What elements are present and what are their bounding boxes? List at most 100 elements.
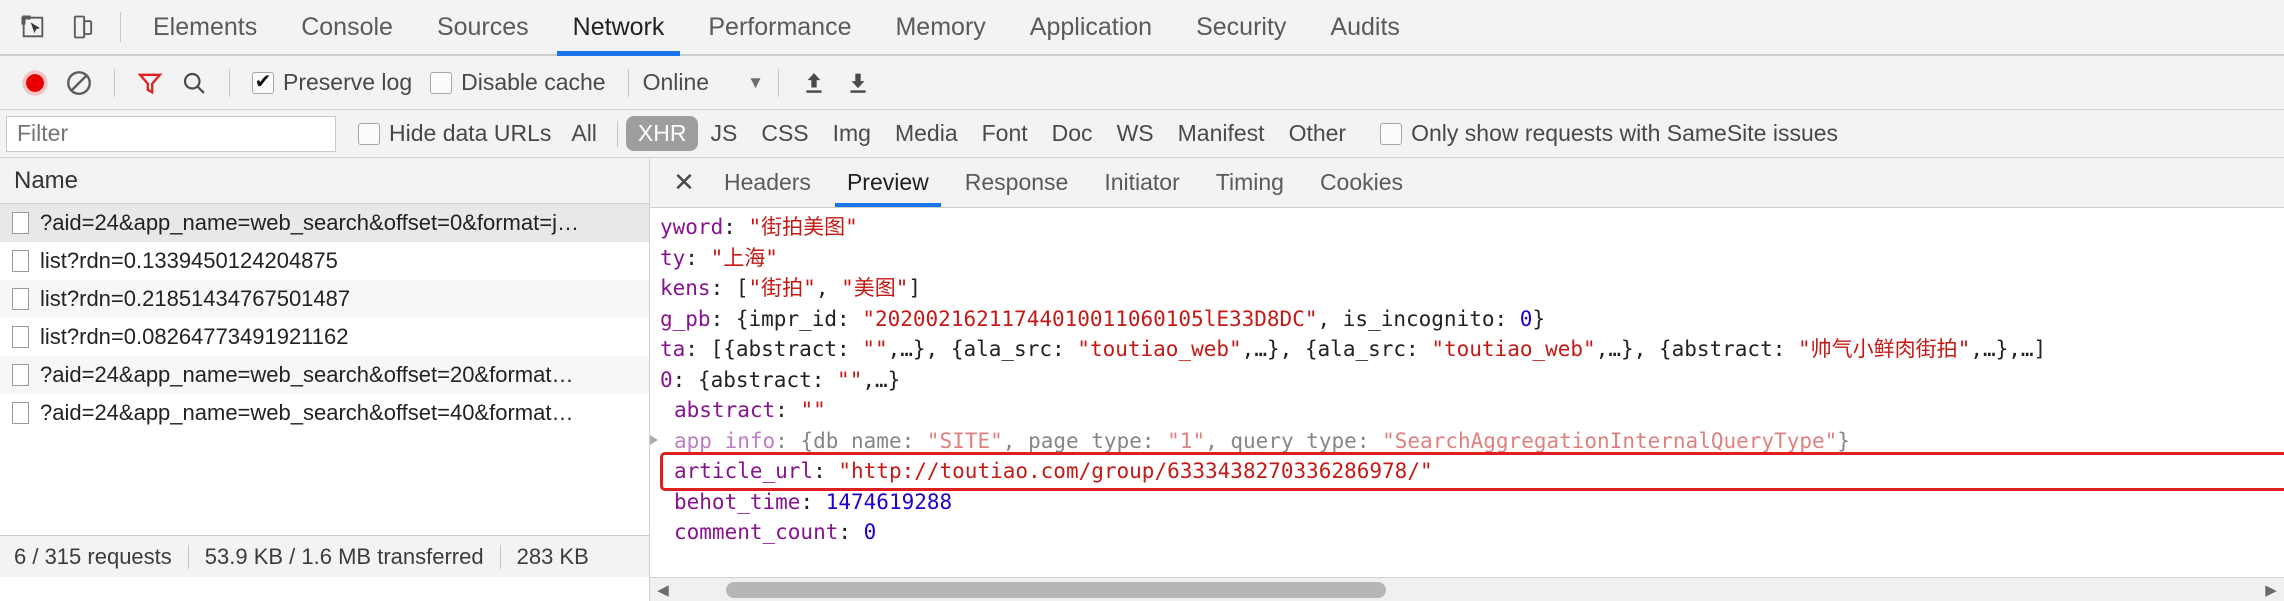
type-filter-img[interactable]: Img xyxy=(821,116,883,151)
table-row[interactable]: ?aid=24&app_name=web_search&offset=0&for… xyxy=(0,204,649,242)
json-token: ,…} xyxy=(862,367,901,392)
filter-funnel-icon[interactable] xyxy=(129,62,171,104)
detail-tabbar: ✕ Headers Preview Response Initiator Tim… xyxy=(650,158,2284,208)
close-icon[interactable]: ✕ xyxy=(662,158,706,207)
type-filter-media[interactable]: Media xyxy=(883,116,970,151)
request-name: list?rdn=0.08264773491921162 xyxy=(40,324,349,349)
tab-timing[interactable]: Timing xyxy=(1198,158,1302,207)
scroll-right-icon[interactable]: ▶ xyxy=(2258,581,2284,599)
record-icon[interactable] xyxy=(14,62,56,104)
table-row[interactable]: ?aid=24&app_name=web_search&offset=20&fo… xyxy=(0,356,649,394)
json-token: "" xyxy=(837,367,863,392)
json-line: yword: "街拍美图" xyxy=(650,212,2284,243)
device-toolbar-icon[interactable] xyxy=(66,10,100,44)
json-token: : xyxy=(1356,428,1383,453)
scroll-left-icon[interactable]: ◀ xyxy=(650,581,676,599)
toolbar-divider xyxy=(120,12,121,42)
checkbox-box: ✔ xyxy=(252,70,274,94)
type-filter-js[interactable]: JS xyxy=(698,116,749,151)
samesite-issues-label: Only show requests with SameSite issues xyxy=(1411,120,1839,146)
tab-response[interactable]: Response xyxy=(947,158,1087,207)
json-token: "20200216211744010011060105lE33D8DC" xyxy=(862,306,1318,331)
checkbox-box xyxy=(1380,122,1403,145)
tab-performance[interactable]: Performance xyxy=(686,0,873,54)
json-token: ala_src xyxy=(963,337,1052,361)
json-token: "toutiao_web" xyxy=(1431,337,1596,361)
inspect-element-icon[interactable] xyxy=(16,10,50,44)
type-filter-font[interactable]: Font xyxy=(970,116,1040,151)
status-transferred: 53.9 KB / 1.6 MB transferred xyxy=(204,543,484,569)
json-token: ty xyxy=(660,245,686,270)
json-preview[interactable]: yword: "街拍美图" ty: "上海" kens: ["街拍", "美图"] g… xyxy=(650,208,2284,577)
tab-audits[interactable]: Audits xyxy=(1308,0,1421,54)
panel-tabs: Elements Console Sources Network Perform… xyxy=(131,0,1422,56)
json-token: : xyxy=(685,245,711,270)
type-filter-manifest[interactable]: Manifest xyxy=(1166,116,1277,151)
json-token: is_incognito xyxy=(1342,306,1495,331)
tab-network[interactable]: Network xyxy=(551,0,687,56)
tab-label: Performance xyxy=(708,12,852,41)
table-row[interactable]: ?aid=24&app_name=web_search&offset=40&fo… xyxy=(0,394,649,432)
json-token: ] xyxy=(908,276,922,300)
scrollbar-track[interactable] xyxy=(676,577,2258,601)
type-filter-ws[interactable]: WS xyxy=(1105,116,1166,151)
json-token: "美图" xyxy=(841,276,909,300)
tab-elements[interactable]: Elements xyxy=(131,0,279,54)
document-icon xyxy=(12,212,29,234)
samesite-issues-checkbox[interactable]: Only show requests with SameSite issues xyxy=(1380,120,1838,147)
json-token: abstract xyxy=(710,367,812,392)
document-icon xyxy=(12,288,29,310)
json-token: 0 xyxy=(863,520,877,544)
type-filter-all[interactable]: All xyxy=(559,116,609,151)
type-filter-css[interactable]: CSS xyxy=(749,116,820,151)
json-line: 0: {abstract: "",…} xyxy=(650,365,2284,396)
upload-har-icon[interactable] xyxy=(793,62,835,104)
hide-data-urls-checkbox[interactable]: Hide data URLs xyxy=(358,120,551,147)
json-token: : xyxy=(800,489,826,514)
type-filter-other[interactable]: Other xyxy=(1277,116,1359,151)
json-token: article_url xyxy=(674,459,814,483)
tab-application[interactable]: Application xyxy=(1008,0,1174,54)
filter-input[interactable] xyxy=(6,115,336,152)
json-token: "1" xyxy=(1167,428,1206,453)
type-filter-xhr[interactable]: XHR xyxy=(625,116,699,151)
disable-cache-label: Disable cache xyxy=(461,69,606,95)
devtools-tool-icons xyxy=(0,0,110,54)
expand-triangle-icon[interactable] xyxy=(650,434,658,445)
status-divider xyxy=(187,544,189,569)
type-filter-doc[interactable]: Doc xyxy=(1040,116,1105,151)
table-row[interactable]: list?rdn=0.21851434767501487 xyxy=(0,280,649,318)
clear-icon[interactable] xyxy=(58,62,100,104)
preserve-log-checkbox[interactable]: ✔ Preserve log xyxy=(252,69,412,96)
json-token: ,…}, { xyxy=(1241,337,1318,361)
json-token: : xyxy=(901,428,927,453)
tab-preview[interactable]: Preview xyxy=(829,158,947,207)
toolbar-divider xyxy=(777,68,779,97)
tab-console[interactable]: Console xyxy=(279,0,415,54)
throttling-dropdown[interactable]: Online ▼ xyxy=(643,69,764,96)
check-icon: ✔ xyxy=(254,70,272,93)
requests-column-header[interactable]: Name xyxy=(0,158,649,204)
tab-cookies[interactable]: Cookies xyxy=(1302,158,1421,207)
search-icon[interactable] xyxy=(173,62,215,104)
json-token: kens xyxy=(660,276,711,300)
json-token: : xyxy=(837,306,863,331)
tab-sources[interactable]: Sources xyxy=(415,0,551,54)
json-token: : [{ xyxy=(685,337,736,361)
tab-memory[interactable]: Memory xyxy=(873,0,1007,54)
json-token: } xyxy=(1532,306,1546,331)
download-har-icon[interactable] xyxy=(837,62,879,104)
json-token: "街拍美图" xyxy=(748,215,858,239)
disable-cache-checkbox[interactable]: Disable cache xyxy=(430,69,606,96)
devtools-tabbar: Elements Console Sources Network Perform… xyxy=(0,0,2284,56)
scrollbar-thumb[interactable] xyxy=(726,581,1386,598)
horizontal-scrollbar[interactable]: ◀ ▶ xyxy=(650,577,2284,601)
json-token: : xyxy=(811,367,838,392)
tab-security[interactable]: Security xyxy=(1174,0,1308,54)
table-row[interactable]: list?rdn=0.08264773491921162 xyxy=(0,318,649,356)
tab-initiator[interactable]: Initiator xyxy=(1086,158,1197,207)
json-token: : xyxy=(837,337,863,361)
tab-headers[interactable]: Headers xyxy=(706,158,829,207)
table-row[interactable]: list?rdn=0.1339450124204875 xyxy=(0,242,649,280)
json-token: , xyxy=(1317,306,1343,331)
